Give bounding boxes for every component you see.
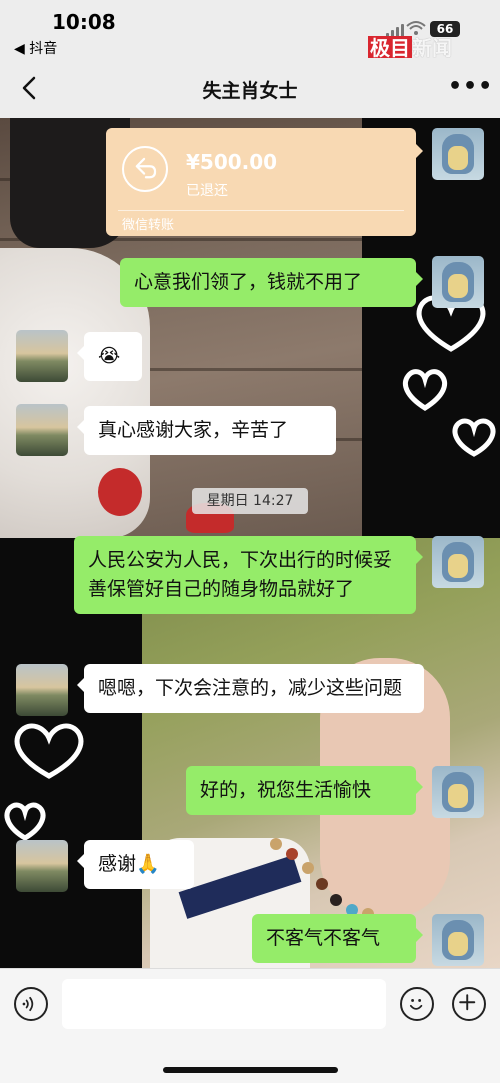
transfer-amount: ¥500.00 bbox=[186, 150, 278, 174]
transfer-type-label: 微信转账 bbox=[122, 218, 175, 233]
contact-avatar[interactable] bbox=[16, 404, 68, 456]
watermark-part-b: 新闻 bbox=[412, 36, 452, 60]
self-avatar[interactable] bbox=[432, 128, 484, 180]
message-bubble-self[interactable]: 好的，祝您生活愉快 bbox=[186, 766, 423, 815]
watermark-logo: 极目 新闻 bbox=[368, 32, 452, 61]
heart-doodle bbox=[452, 418, 496, 457]
chat-area[interactable]: ¥500.00 已退还 微信转账 心意我们领了，钱就不用了 😭 真心感谢大家，辛… bbox=[0, 118, 500, 968]
back-to-app-link[interactable]: ◀ 抖音 bbox=[14, 38, 57, 58]
self-avatar[interactable] bbox=[432, 536, 484, 588]
voice-icon[interactable] bbox=[14, 987, 48, 1021]
home-indicator[interactable] bbox=[163, 1067, 338, 1073]
watermark-part-a: 极目 bbox=[368, 36, 412, 60]
emoji-icon[interactable] bbox=[400, 987, 434, 1021]
message-bubble-self[interactable]: 不客气不客气 bbox=[252, 914, 423, 963]
chat-header: 失主肖女士 ••• bbox=[0, 58, 500, 118]
heart-doodle bbox=[14, 723, 84, 779]
self-avatar[interactable] bbox=[432, 766, 484, 818]
message-bubble-self[interactable]: 心意我们领了，钱就不用了 bbox=[120, 258, 423, 307]
heart-doodle bbox=[402, 369, 448, 411]
message-bubble-self[interactable]: 人民公安为人民，下次出行的时候妥善保管好自己的随身物品就好了 bbox=[74, 536, 423, 614]
transfer-card[interactable]: ¥500.00 已退还 微信转账 bbox=[106, 128, 423, 236]
self-avatar[interactable] bbox=[432, 914, 484, 966]
transfer-status: 已退还 bbox=[186, 183, 228, 199]
chat-title: 失主肖女士 bbox=[202, 80, 298, 102]
heart-doodle bbox=[4, 802, 46, 841]
input-bar bbox=[0, 968, 500, 1083]
shoe-figure bbox=[98, 468, 142, 516]
contact-avatar[interactable] bbox=[16, 840, 68, 892]
contact-avatar[interactable] bbox=[16, 330, 68, 382]
contact-avatar[interactable] bbox=[16, 664, 68, 716]
return-arrow-icon bbox=[122, 146, 168, 192]
transfer-divider bbox=[118, 210, 404, 211]
message-bubble-other[interactable]: 😭 bbox=[77, 332, 142, 381]
plus-icon[interactable] bbox=[452, 987, 486, 1021]
status-time: 10:08 bbox=[52, 10, 116, 34]
self-avatar[interactable] bbox=[432, 256, 484, 308]
message-bubble-other[interactable]: 嗯嗯，下次会注意的，减少这些问题 bbox=[77, 664, 424, 713]
status-bar: 10:08 ◀ 抖音 66 极目 新闻 bbox=[0, 0, 500, 61]
more-icon[interactable]: ••• bbox=[448, 74, 493, 99]
message-bubble-other[interactable]: 真心感谢大家，辛苦了 bbox=[77, 406, 336, 455]
bead-bracelet bbox=[250, 818, 410, 928]
message-timestamp: 星期日 14:27 bbox=[192, 488, 308, 514]
message-input[interactable] bbox=[62, 979, 386, 1029]
message-bubble-other[interactable]: 感谢🙏 bbox=[77, 840, 194, 889]
